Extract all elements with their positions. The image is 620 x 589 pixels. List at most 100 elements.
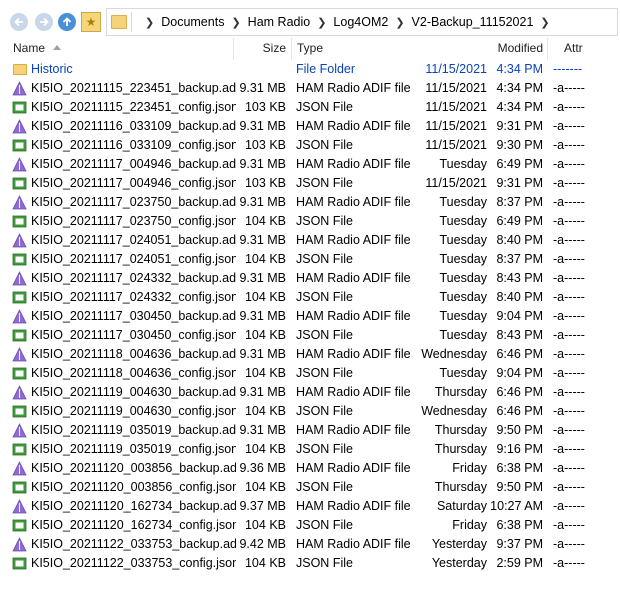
modified-date: 11/15/2021	[425, 81, 487, 95]
file-row[interactable]: KI5IO_20211117_024051_backup.adi 9.31 MB H…	[0, 231, 620, 250]
file-size: 9.37 MB	[239, 499, 286, 513]
file-row[interactable]: KI5IO_20211116_033109_config.json 103 KB J…	[0, 136, 620, 155]
file-size: 9.31 MB	[239, 385, 286, 399]
file-name: KI5IO_20211122_033753_backup.adi	[31, 537, 236, 551]
file-size: 9.31 MB	[239, 309, 286, 323]
column-modified[interactable]: Modified	[420, 38, 543, 58]
adif-file-icon	[12, 119, 27, 134]
file-icon-cell	[12, 98, 28, 117]
adif-file-icon	[12, 233, 27, 248]
column-divider[interactable]	[291, 38, 292, 60]
file-row[interactable]: KI5IO_20211119_035019_config.json 104 KB J…	[0, 440, 620, 459]
modified-time: 4:34 PM	[496, 81, 543, 95]
file-icon-cell	[12, 402, 28, 421]
breadcrumb-v2-backup[interactable]: V2-Backup_11152021	[412, 15, 534, 29]
file-row[interactable]: KI5IO_20211117_023750_backup.adi 9.31 MB H…	[0, 193, 620, 212]
file-attributes: -a-----	[553, 385, 585, 399]
file-row[interactable]: KI5IO_20211119_004630_backup.adi 9.31 MB H…	[0, 383, 620, 402]
file-icon-cell	[12, 269, 28, 288]
modified-time: 2:59 PM	[496, 556, 543, 570]
file-attributes: -a-----	[553, 233, 585, 247]
file-row[interactable]: KI5IO_20211117_024051_config.json 104 KB J…	[0, 250, 620, 269]
file-row[interactable]: KI5IO_20211117_023750_config.json 104 KB J…	[0, 212, 620, 231]
file-attributes: -a-----	[553, 328, 585, 342]
chevron-right-icon[interactable]: ❯	[540, 16, 549, 29]
file-name: KI5IO_20211118_004636_config.json	[31, 366, 236, 380]
modified-date: Saturday	[436, 499, 487, 513]
favorites-button[interactable]: ★	[81, 12, 101, 32]
column-size[interactable]: Size	[236, 38, 286, 58]
chevron-right-icon[interactable]: ❯	[231, 16, 240, 29]
adif-file-icon	[12, 499, 27, 514]
file-size: 9.31 MB	[239, 233, 286, 247]
address-bar[interactable]: ❯ Documents ❯ Ham Radio ❯ Log4OM2 ❯ V2-B…	[106, 8, 618, 36]
up-folder-button[interactable]	[58, 13, 76, 31]
file-row[interactable]: KI5IO_20211120_162734_backup.adi 9.37 MB H…	[0, 497, 620, 516]
chevron-right-icon[interactable]: ❯	[145, 16, 154, 29]
file-name: KI5IO_20211119_004630_config.json	[31, 404, 236, 418]
modified-time: 6:38 PM	[496, 518, 543, 532]
file-row[interactable]: KI5IO_20211117_024332_config.json 104 KB J…	[0, 288, 620, 307]
folder-row[interactable]: Historic File Folder 11/15/2021 4:34 PM ----…	[0, 60, 620, 79]
file-row[interactable]: KI5IO_20211119_035019_backup.adi 9.31 MB H…	[0, 421, 620, 440]
modified-date: Friday	[452, 518, 487, 532]
file-attributes: -------	[553, 62, 583, 76]
file-row[interactable]: KI5IO_20211117_004946_config.json 103 KB J…	[0, 174, 620, 193]
file-row[interactable]: KI5IO_20211116_033109_backup.adi 9.31 MB H…	[0, 117, 620, 136]
column-divider[interactable]	[233, 38, 234, 60]
modified-date: Thursday	[434, 423, 487, 437]
breadcrumb-log4om2[interactable]: Log4OM2	[333, 15, 388, 29]
file-type: HAM Radio ADIF file	[296, 119, 411, 133]
file-attributes: -a-----	[553, 157, 585, 171]
adif-file-icon	[12, 81, 27, 96]
file-row[interactable]: KI5IO_20211122_033753_config.json 104 KB J…	[0, 554, 620, 573]
file-size: 103 KB	[244, 100, 286, 114]
json-file-icon	[12, 329, 27, 342]
forward-button[interactable]	[35, 13, 53, 31]
file-attributes: -a-----	[553, 195, 585, 209]
file-row[interactable]: KI5IO_20211117_024332_backup.adi 9.31 MB H…	[0, 269, 620, 288]
modified-time: 9:31 PM	[496, 119, 543, 133]
file-row[interactable]: KI5IO_20211120_003856_backup.adi 9.36 MB H…	[0, 459, 620, 478]
chevron-right-icon[interactable]: ❯	[317, 16, 326, 29]
file-size: 9.31 MB	[239, 271, 286, 285]
back-button[interactable]	[10, 13, 28, 31]
file-type: HAM Radio ADIF file	[296, 81, 411, 95]
column-divider[interactable]	[547, 38, 548, 60]
modified-date: 11/15/2021	[425, 119, 487, 133]
file-icon-cell	[12, 117, 28, 136]
file-attributes: -a-----	[553, 499, 585, 513]
file-icon-cell	[12, 60, 28, 79]
file-row[interactable]: KI5IO_20211117_030450_backup.adi 9.31 MB H…	[0, 307, 620, 326]
file-row[interactable]: KI5IO_20211118_004636_config.json 104 KB J…	[0, 364, 620, 383]
file-row[interactable]: KI5IO_20211122_033753_backup.adi 9.42 MB H…	[0, 535, 620, 554]
modified-time: 9:50 PM	[496, 423, 543, 437]
file-row[interactable]: KI5IO_20211115_223451_backup.adi 9.31 MB H…	[0, 79, 620, 98]
breadcrumb-ham-radio[interactable]: Ham Radio	[248, 15, 311, 29]
column-attr[interactable]: Attr	[564, 38, 614, 58]
column-name[interactable]: Name	[13, 38, 228, 58]
adif-file-icon	[12, 537, 27, 552]
file-row[interactable]: KI5IO_20211120_162734_config.json 104 KB J…	[0, 516, 620, 535]
adif-file-icon	[12, 195, 27, 210]
modified-time: 9:04 PM	[496, 309, 543, 323]
file-size: 104 KB	[244, 518, 286, 532]
file-type: HAM Radio ADIF file	[296, 423, 411, 437]
file-row[interactable]: KI5IO_20211119_004630_config.json 104 KB J…	[0, 402, 620, 421]
modified-date: Friday	[452, 461, 487, 475]
file-icon-cell	[12, 516, 28, 535]
file-row[interactable]: KI5IO_20211115_223451_config.json 103 KB J…	[0, 98, 620, 117]
modified-date: Tuesday	[439, 309, 487, 323]
file-name: KI5IO_20211117_004946_config.json	[31, 176, 236, 190]
file-row[interactable]: KI5IO_20211117_004946_backup.adi 9.31 MB H…	[0, 155, 620, 174]
file-size: 9.42 MB	[239, 537, 286, 551]
file-type: HAM Radio ADIF file	[296, 271, 411, 285]
column-type[interactable]: Type	[297, 38, 417, 58]
file-icon-cell	[12, 364, 28, 383]
file-attributes: -a-----	[553, 309, 585, 323]
breadcrumb-documents[interactable]: Documents	[161, 15, 224, 29]
file-row[interactable]: KI5IO_20211120_003856_config.json 104 KB J…	[0, 478, 620, 497]
file-row[interactable]: KI5IO_20211117_030450_config.json 104 KB J…	[0, 326, 620, 345]
file-row[interactable]: KI5IO_20211118_004636_backup.adi 9.31 MB H…	[0, 345, 620, 364]
chevron-right-icon[interactable]: ❯	[395, 16, 404, 29]
